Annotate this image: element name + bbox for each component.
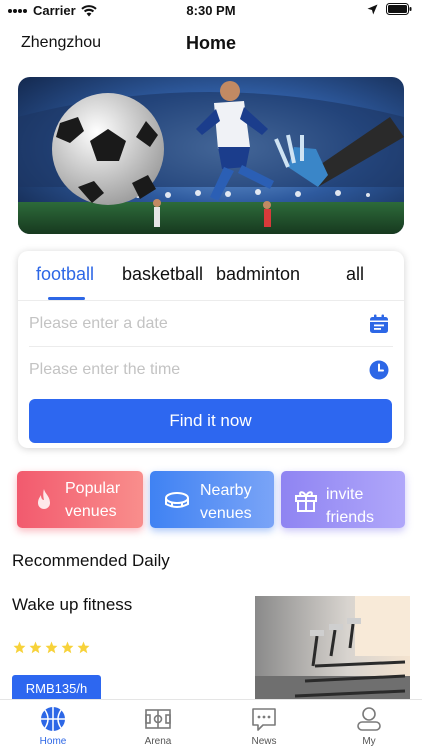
venue-search-card: football basketball badminton all Find i… xyxy=(18,251,404,448)
star-icon xyxy=(45,641,58,654)
star-icon xyxy=(29,641,42,654)
status-right xyxy=(367,3,412,15)
date-input[interactable] xyxy=(29,302,359,346)
rating-stars xyxy=(13,641,90,654)
gift-icon xyxy=(295,491,317,512)
tab-football[interactable]: football xyxy=(36,264,94,285)
star-icon xyxy=(77,641,90,654)
bottom-tab-bar: Home Arena News My xyxy=(0,699,422,750)
calendar-icon[interactable] xyxy=(369,314,389,334)
tab-all[interactable]: all xyxy=(346,264,364,285)
nearby-label-line1: Nearby xyxy=(200,482,252,499)
location-arrow-icon xyxy=(367,4,378,14)
clock-icon[interactable] xyxy=(369,360,389,380)
user-icon xyxy=(357,707,381,731)
date-field xyxy=(29,302,393,347)
tab-basketball[interactable]: basketball xyxy=(122,264,203,285)
active-tab-indicator xyxy=(48,297,85,300)
page-title: Home xyxy=(185,33,236,53)
time-field xyxy=(29,348,393,393)
basketball-icon xyxy=(41,707,65,731)
find-it-now-button[interactable]: Find it now xyxy=(29,399,392,443)
nav-bar: Zhengzhou Home xyxy=(0,30,422,58)
status-time: 8:30 PM xyxy=(186,3,236,18)
status-bar: Carrier 8:30 PM xyxy=(0,0,422,22)
nearby-label-line2: venues xyxy=(200,505,252,522)
gym-treadmill-image xyxy=(255,596,410,706)
invite-label-line1: invite xyxy=(326,486,364,503)
field-icon xyxy=(145,709,171,729)
tab-arena-label: Arena xyxy=(144,736,172,747)
tab-home-label: Home xyxy=(39,736,67,747)
tab-my-label: My xyxy=(362,736,376,747)
tab-badminton[interactable]: badminton xyxy=(216,264,300,285)
tab-arena[interactable]: Arena xyxy=(118,700,198,750)
tab-news-label: News xyxy=(251,736,277,747)
sport-tabs: football basketball badminton all xyxy=(18,251,404,301)
invite-friends-button[interactable]: invite friends xyxy=(281,471,405,528)
flame-icon xyxy=(38,489,50,509)
popular-label-line1: Popular xyxy=(65,480,121,497)
nearby-venues-button[interactable]: Nearby venues xyxy=(150,471,274,528)
stadium-icon xyxy=(165,492,189,508)
time-input[interactable] xyxy=(29,348,359,392)
venue-thumbnail[interactable] xyxy=(255,596,410,706)
venue-name[interactable]: Wake up fitness xyxy=(12,595,132,615)
tab-home[interactable]: Home xyxy=(13,700,93,750)
chat-icon xyxy=(252,708,276,731)
battery-icon xyxy=(386,3,412,15)
popular-venues-button[interactable]: Popular venues xyxy=(17,471,143,528)
popular-label-line2: venues xyxy=(65,503,117,520)
star-icon xyxy=(13,641,26,654)
tab-my[interactable]: My xyxy=(329,700,409,750)
recommended-section-title: Recommended Daily xyxy=(12,551,170,570)
tab-news[interactable]: News xyxy=(224,700,304,750)
star-icon xyxy=(61,641,74,654)
football-banner-illustration xyxy=(18,77,404,234)
banner-image[interactable] xyxy=(18,77,404,234)
invite-label-line2: friends xyxy=(326,509,375,526)
